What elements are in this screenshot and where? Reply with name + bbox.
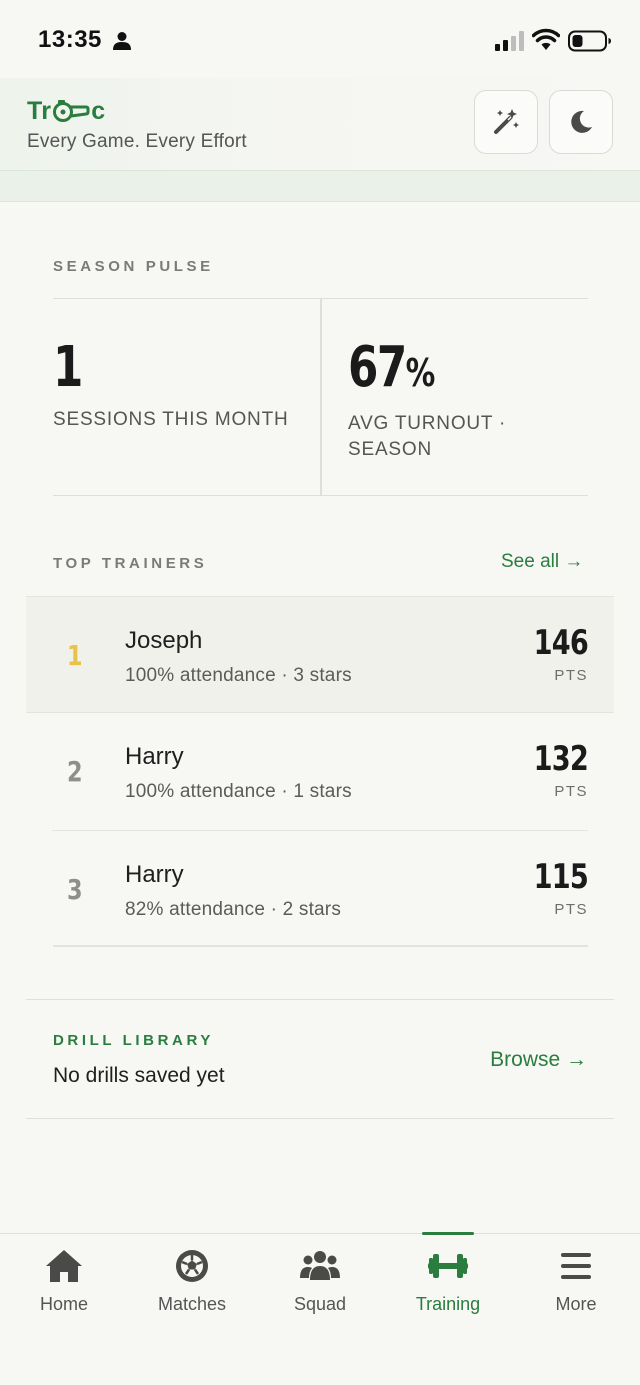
trainer-points: 146 [533,623,589,663]
nav-more[interactable]: More [512,1234,640,1334]
bottom-nav: Home Matches Squad Training More [0,1232,640,1385]
trainer-stats: 100% attendance · 3 stars [125,665,352,686]
wifi-icon [532,28,560,50]
drill-library-status: No drills saved yet [53,1064,225,1087]
status-time: 13:35 [38,26,102,53]
home-icon [46,1250,82,1282]
nav-squad[interactable]: Squad [256,1234,384,1334]
tagline: Every Game. Every Effort [27,131,247,152]
moon-icon [571,110,592,133]
pulse-divider [320,299,322,495]
trainer-name: Harry [125,743,184,770]
sessions-count: 1 [53,335,83,400]
trainer-row[interactable]: 2 Harry 100% attendance · 1 stars 132 PT… [52,713,589,830]
nav-squad-label: Squad [293,1294,347,1314]
trainer-row[interactable]: 1 Joseph 100% attendance · 3 stars 146 P… [26,596,614,713]
brand-logo[interactable]: Tr c [27,96,105,126]
see-all-link[interactable]: See all → [501,551,583,573]
magic-wand-icon [494,109,519,134]
trainer-list: 1 Joseph 100% attendance · 3 stars 146 P… [26,596,614,947]
battery-icon [568,30,611,52]
trainer-points: 132 [533,739,589,779]
menu-icon [561,1253,591,1279]
points-unit: PTS [554,901,588,918]
turnout-percentage: 67% [348,335,436,400]
header-divider-band [0,170,640,202]
nav-home[interactable]: Home [0,1234,128,1334]
trainer-row[interactable]: 3 Harry 82% attendance · 2 stars 115 PTS [52,830,589,947]
signal-icon [495,31,524,51]
drill-library-card[interactable]: DRILL LIBRARY No drills saved yet Browse… [26,999,614,1119]
season-pulse-heading: SEASON PULSE [53,258,214,275]
points-unit: PTS [554,667,588,684]
trainer-rank: 3 [67,873,83,906]
drill-library-heading: DRILL LIBRARY [53,1032,214,1049]
whistle-icon [53,100,90,122]
magic-wand-button[interactable] [474,90,538,154]
nav-home-label: Home [39,1294,88,1314]
nav-training-label: Training [415,1294,481,1314]
turnout-caption: AVG TURNOUT · SEASON [348,413,507,460]
points-unit: PTS [554,783,588,800]
trainer-name: Harry [125,861,184,888]
dumbbell-icon [428,1254,468,1278]
trainer-rank: 1 [67,639,83,672]
trainer-list-divider [53,945,588,947]
trainer-name: Joseph [125,627,203,654]
brand-text-suffix: c [91,96,106,125]
trainer-points: 115 [533,857,589,897]
top-trainers-heading: TOP TRAINERS [53,555,208,572]
trainer-stats: 100% attendance · 1 stars [125,781,352,802]
nav-matches[interactable]: Matches [128,1234,256,1334]
season-pulse-card: 1 SESSIONS THIS MONTH 67% AVG TURNOUT · … [53,298,588,496]
app-header: Tr c Every Game. Every Effort [0,78,640,170]
nav-more-label: More [555,1294,597,1314]
soccer-ball-icon [176,1250,208,1282]
theme-toggle-button[interactable] [549,90,613,154]
sessions-caption: SESSIONS THIS MONTH [53,409,289,430]
users-icon [300,1251,340,1280]
person-icon [113,32,131,50]
nav-matches-label: Matches [157,1294,227,1314]
trainer-stats: 82% attendance · 2 stars [125,899,342,920]
nav-training[interactable]: Training [384,1234,512,1334]
browse-drills-link[interactable]: Browse → [490,1048,587,1072]
turnout-value: 67 [348,335,407,400]
status-bar: 13:35 [0,0,640,80]
brand-text-prefix: Tr [27,96,52,125]
turnout-unit: % [405,351,436,395]
trainer-rank: 2 [67,755,83,788]
